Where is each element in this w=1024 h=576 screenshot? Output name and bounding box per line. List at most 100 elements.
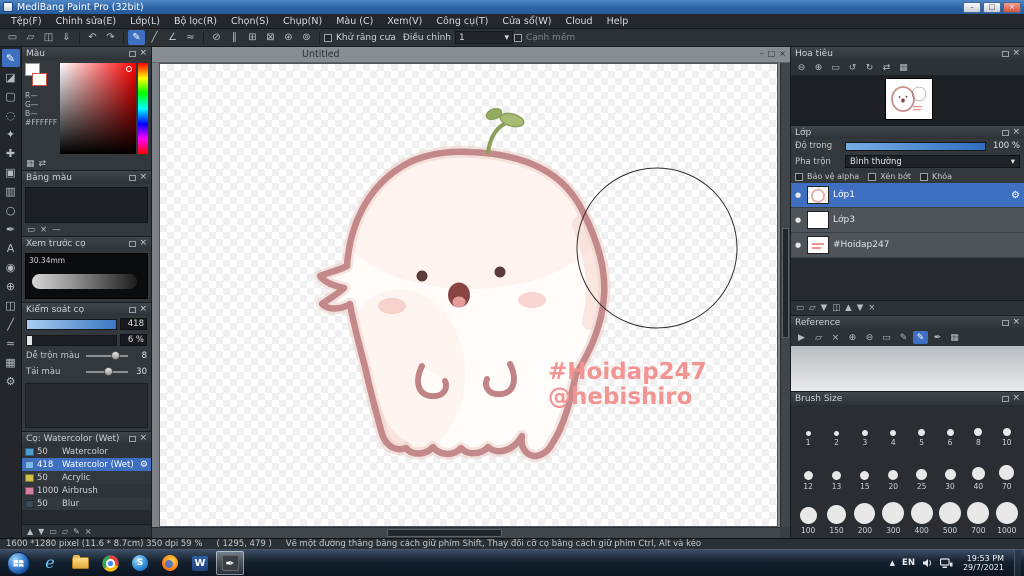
brush-size-cell[interactable]: 1000 bbox=[993, 494, 1021, 538]
popout-icon[interactable] bbox=[129, 435, 137, 442]
vertical-scroll-thumb[interactable] bbox=[782, 228, 789, 338]
menu-item[interactable]: Chọn(S) bbox=[224, 16, 276, 27]
close-icon[interactable]: × bbox=[139, 305, 147, 314]
ref-grid-icon[interactable]: ▦ bbox=[947, 331, 962, 344]
merge-layer-icon[interactable]: ▼ bbox=[821, 303, 828, 313]
layer-visibility-icon[interactable]: ● bbox=[795, 216, 803, 224]
brush-size-cell[interactable]: 8 bbox=[964, 406, 992, 450]
blend-dropdown[interactable]: Bình thường ▾ bbox=[845, 155, 1020, 168]
popout-icon[interactable] bbox=[1002, 395, 1010, 402]
layer-settings-icon[interactable]: ⚙ bbox=[1011, 190, 1020, 201]
layer-up-icon[interactable]: ▲ bbox=[845, 303, 852, 313]
menu-item[interactable]: Chỉnh sửa(E) bbox=[49, 16, 124, 27]
brush-size-cell[interactable]: 30 bbox=[936, 450, 964, 494]
maximize-button[interactable]: □ bbox=[983, 1, 1001, 13]
brush-list-item-selected[interactable]: 418 Watercolor (Wet) ⚙ bbox=[22, 458, 151, 471]
lasso-tool[interactable]: ◌ bbox=[2, 106, 20, 124]
layer-down-icon[interactable]: ▼ bbox=[857, 303, 864, 313]
brush-size-cell[interactable]: 2 bbox=[822, 406, 850, 450]
ref-close-icon[interactable]: × bbox=[828, 331, 843, 344]
snap-cross-icon[interactable]: ⊞ bbox=[244, 30, 261, 45]
close-icon[interactable]: × bbox=[1012, 394, 1020, 403]
brush-size-cell[interactable]: 3 bbox=[851, 406, 879, 450]
medibang-button[interactable]: ✒ bbox=[216, 551, 244, 575]
delete-swatch-icon[interactable]: × bbox=[40, 225, 47, 235]
snap-vanish-icon[interactable]: ⊠ bbox=[262, 30, 279, 45]
close-icon[interactable]: × bbox=[139, 434, 147, 443]
nav-flip-icon[interactable]: ⇄ bbox=[879, 61, 894, 74]
horizontal-scroll-thumb[interactable] bbox=[387, 529, 502, 537]
menu-item[interactable]: Tệp(F) bbox=[4, 16, 49, 27]
ref-open-icon[interactable]: ▱ bbox=[811, 331, 826, 344]
curve-tool[interactable]: ≈ bbox=[2, 334, 20, 352]
move-tool[interactable]: ✚ bbox=[2, 144, 20, 162]
ref-fit-icon[interactable]: ▭ bbox=[879, 331, 894, 344]
nav-rotate-right-icon[interactable]: ↻ bbox=[862, 61, 877, 74]
doc-close-icon[interactable]: × bbox=[779, 49, 786, 58]
brush-size-cell[interactable]: 500 bbox=[936, 494, 964, 538]
save-file-icon[interactable]: ◫ bbox=[40, 30, 57, 45]
palette-grid-icon[interactable]: ▦ bbox=[26, 159, 35, 169]
correction-dropdown[interactable]: 1 ▾ bbox=[454, 31, 513, 44]
popout-icon[interactable] bbox=[129, 50, 137, 57]
snap-parallel-icon[interactable]: ∥ bbox=[226, 30, 243, 45]
curve-mode-icon[interactable]: ≈ bbox=[182, 30, 199, 45]
brush-size-cell[interactable]: 20 bbox=[879, 450, 907, 494]
menu-item[interactable]: Cloud bbox=[558, 16, 599, 27]
lock-checkbox[interactable] bbox=[919, 172, 928, 181]
brush-list-item[interactable]: 1000 Airbrush bbox=[22, 484, 151, 497]
close-icon[interactable]: × bbox=[1012, 128, 1020, 137]
menu-item[interactable]: Cửa sổ(W) bbox=[495, 16, 558, 27]
speaker-icon[interactable] bbox=[922, 558, 933, 568]
ref-zoom-in-icon[interactable]: ⊕ bbox=[845, 331, 860, 344]
brush-size-cell[interactable]: 700 bbox=[964, 494, 992, 538]
brush-list-item[interactable]: 50 Acrylic bbox=[22, 471, 151, 484]
brush-size-slider[interactable] bbox=[26, 318, 117, 330]
nav-grid-icon[interactable]: ▦ bbox=[896, 61, 911, 74]
snap-radial-icon[interactable]: ⊛ bbox=[280, 30, 297, 45]
select-tool[interactable]: ▢ bbox=[2, 87, 20, 105]
brush-settings-icon[interactable]: ⚙ bbox=[140, 460, 148, 470]
protect-alpha-checkbox[interactable] bbox=[795, 172, 803, 181]
gradient-tool[interactable]: ▥ bbox=[2, 182, 20, 200]
network-icon[interactable] bbox=[939, 557, 953, 569]
color-swatches[interactable] bbox=[25, 63, 53, 89]
line-tool[interactable]: ╱ bbox=[2, 315, 20, 333]
broken-line-icon[interactable]: ∠ bbox=[164, 30, 181, 45]
brush-size-cell[interactable]: 12 bbox=[794, 450, 822, 494]
close-button[interactable]: × bbox=[1003, 1, 1021, 13]
tray-expand-icon[interactable]: ▲ bbox=[890, 559, 895, 567]
doc-restore-icon[interactable]: □ bbox=[768, 49, 776, 58]
close-icon[interactable]: × bbox=[139, 239, 147, 248]
reference-view[interactable] bbox=[791, 346, 1024, 391]
clipping-checkbox[interactable] bbox=[868, 172, 877, 181]
saturation-value-picker[interactable] bbox=[60, 63, 136, 154]
duplicate-layer-icon[interactable]: ▱ bbox=[809, 303, 816, 313]
brush-size-cell[interactable]: 150 bbox=[822, 494, 850, 538]
line-mode-icon[interactable]: ╱ bbox=[146, 30, 163, 45]
minimize-button[interactable]: – bbox=[963, 1, 981, 13]
add-brush-icon[interactable]: ▭ bbox=[49, 527, 57, 536]
close-icon[interactable]: × bbox=[139, 49, 147, 58]
snap-ellipse-icon[interactable]: ⊚ bbox=[298, 30, 315, 45]
ref-arrow-icon[interactable]: ▶ bbox=[794, 331, 809, 344]
menu-item[interactable]: Lớp(L) bbox=[123, 16, 167, 27]
ref-zoom-out-icon[interactable]: ⊖ bbox=[862, 331, 877, 344]
language-indicator[interactable]: EN bbox=[902, 558, 915, 568]
navigator-thumbnail[interactable] bbox=[886, 79, 932, 119]
brush-size-cell[interactable]: 10 bbox=[993, 406, 1021, 450]
grid-tool[interactable]: ▦ bbox=[2, 353, 20, 371]
new-canvas-icon[interactable]: ▭ bbox=[4, 30, 21, 45]
nav-fit-icon[interactable]: ▭ bbox=[828, 61, 843, 74]
edit-brush-icon[interactable]: ✎ bbox=[73, 527, 80, 536]
brush-size-cell[interactable]: 40 bbox=[964, 450, 992, 494]
brush-size-cell[interactable]: 25 bbox=[908, 450, 936, 494]
brush-size-cell[interactable]: 13 bbox=[822, 450, 850, 494]
opacity-slider[interactable] bbox=[845, 141, 986, 151]
soft-edge-checkbox[interactable] bbox=[513, 33, 522, 42]
popout-icon[interactable] bbox=[129, 306, 137, 313]
start-button[interactable] bbox=[7, 551, 30, 575]
mix-slider[interactable] bbox=[86, 350, 128, 362]
file-explorer-button[interactable] bbox=[66, 551, 94, 575]
snap-off-icon[interactable]: ⊘ bbox=[208, 30, 225, 45]
